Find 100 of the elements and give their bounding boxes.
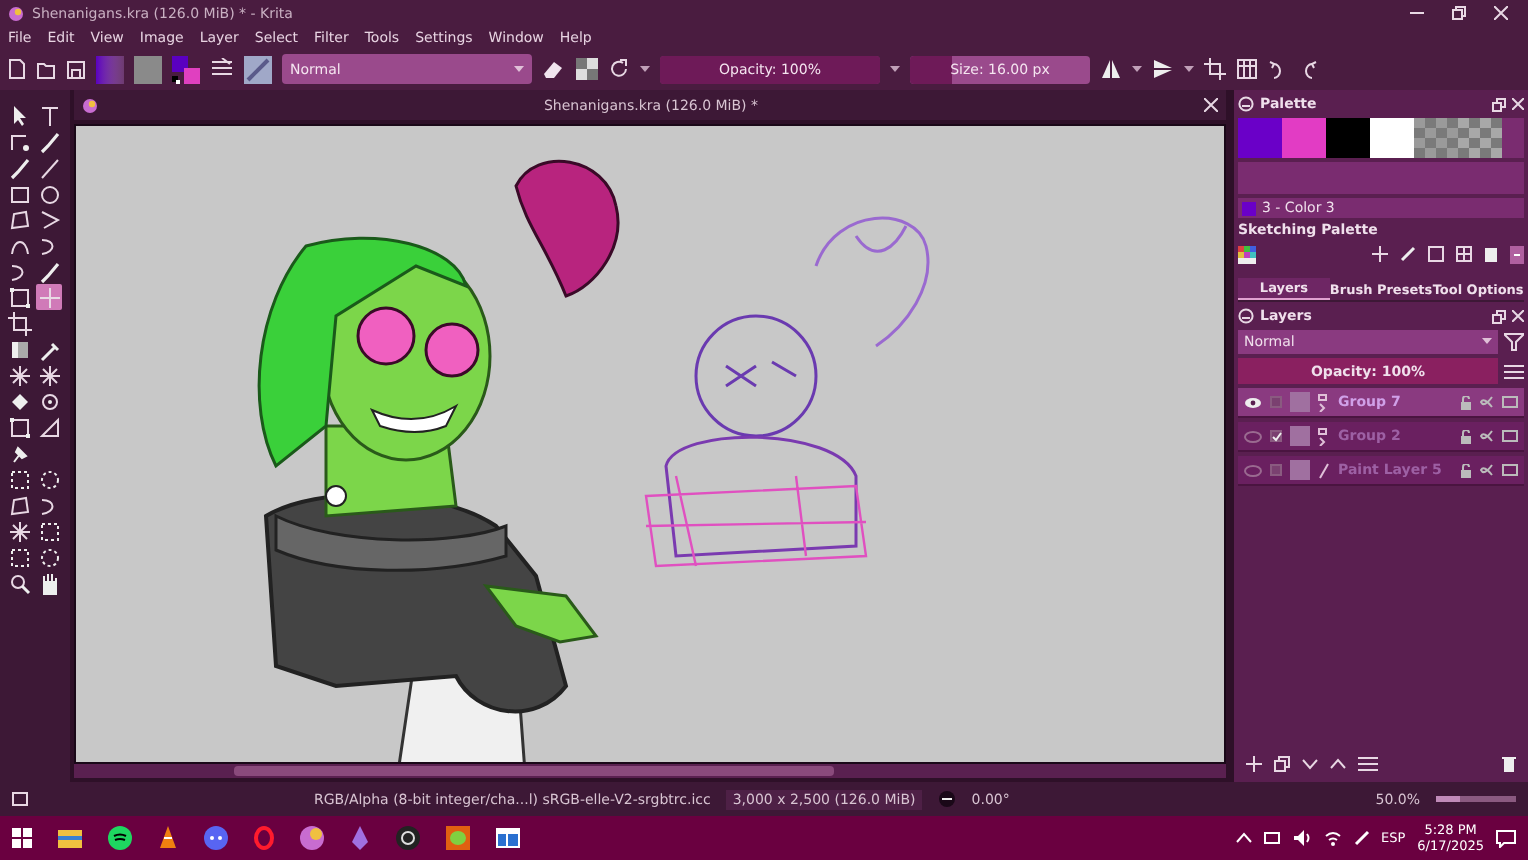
add-icon[interactable]	[1246, 756, 1262, 772]
gear-tool[interactable]	[36, 388, 62, 414]
window-icon[interactable]	[496, 828, 520, 848]
close-icon[interactable]	[1204, 98, 1218, 112]
rectangle-selection-tool[interactable]	[6, 466, 32, 492]
float-icon[interactable]	[1492, 309, 1506, 323]
pencil-icon[interactable]	[1400, 246, 1416, 262]
brush-tool[interactable]	[36, 258, 62, 284]
layer-type-icon[interactable]	[1502, 396, 1518, 408]
speaker-icon[interactable]	[1293, 830, 1311, 846]
hidden-eye-icon[interactable]	[1244, 429, 1262, 443]
restore-icon[interactable]	[1452, 6, 1466, 20]
text-tool[interactable]	[36, 102, 62, 128]
rectangle-selection-tool[interactable]	[36, 518, 62, 544]
scrollbar-thumb[interactable]	[234, 766, 834, 776]
lock-icon[interactable]	[1460, 429, 1472, 443]
zoom-slider[interactable]	[1436, 796, 1516, 802]
battery-icon[interactable]	[1263, 832, 1281, 844]
caret-icon[interactable]	[640, 65, 650, 73]
chevron-up-icon[interactable]	[1330, 758, 1346, 770]
aperture-icon[interactable]	[396, 826, 420, 850]
checkerboard-icon[interactable]	[576, 58, 598, 80]
lock-icon[interactable]	[1460, 463, 1472, 477]
ellipse-selection-tool[interactable]	[36, 544, 62, 570]
traffic-cone-icon[interactable]	[158, 826, 178, 850]
chevron-down-icon[interactable]	[1302, 758, 1318, 770]
mirror-horizontal-icon[interactable]	[1100, 58, 1122, 80]
line-tool[interactable]	[36, 154, 62, 180]
close-icon[interactable]	[1512, 310, 1524, 322]
crop-icon[interactable]	[1204, 58, 1226, 80]
zoom-tool[interactable]	[6, 570, 32, 596]
color-swatch[interactable]	[1238, 118, 1282, 158]
music-circle-icon[interactable]	[108, 826, 132, 850]
sparkle-tool[interactable]	[6, 518, 32, 544]
wifi-icon[interactable]	[1323, 830, 1341, 846]
polygon-tool[interactable]	[6, 492, 32, 518]
blob-tile-icon[interactable]	[446, 826, 470, 850]
color-swatch[interactable]	[1282, 118, 1326, 158]
layer-type-icon[interactable]	[1502, 464, 1518, 476]
alpha-icon[interactable]	[1480, 430, 1494, 442]
brush-tool[interactable]	[6, 154, 32, 180]
notification-icon[interactable]	[1496, 829, 1516, 847]
gradient-tool[interactable]	[6, 336, 32, 362]
ruler-tool[interactable]	[36, 414, 62, 440]
brush-tool[interactable]	[36, 128, 62, 154]
ring-icon[interactable]	[254, 826, 274, 850]
brush-settings-icon[interactable]	[210, 58, 234, 80]
filter-icon[interactable]	[1504, 332, 1524, 352]
transform-tool[interactable]	[6, 284, 32, 310]
menu-icon[interactable]	[1504, 363, 1524, 379]
clipboard-icon[interactable]	[1484, 246, 1498, 262]
color-swatch[interactable]	[1326, 118, 1370, 158]
mirror-vertical-icon[interactable]	[1152, 58, 1174, 80]
ellipse-selection-tool[interactable]	[36, 466, 62, 492]
transform-tool[interactable]	[6, 414, 32, 440]
save-icon[interactable]	[1428, 246, 1444, 262]
float-icon[interactable]	[1492, 97, 1506, 111]
ellipse-tool[interactable]	[36, 180, 62, 206]
color-grid-icon[interactable]	[1238, 245, 1256, 263]
pattern-swatch-icon[interactable]	[134, 55, 162, 83]
gradient-swatch-icon[interactable]	[96, 55, 124, 83]
windows-logo-icon[interactable]	[12, 828, 32, 848]
caret-icon[interactable]	[1132, 65, 1142, 73]
save-icon[interactable]	[66, 59, 86, 79]
eraser-icon[interactable]	[542, 58, 566, 80]
layer-type-icon[interactable]	[1502, 430, 1518, 442]
caret-icon[interactable]	[890, 65, 900, 73]
crop-tool[interactable]	[6, 310, 32, 336]
properties-icon[interactable]	[1358, 756, 1378, 772]
color-swatch[interactable]	[1414, 118, 1458, 158]
lock-icon[interactable]	[1460, 395, 1472, 409]
alpha-icon[interactable]	[1480, 464, 1494, 476]
minus-icon[interactable]	[1510, 245, 1524, 263]
pen-icon[interactable]	[1353, 830, 1369, 846]
layer-checkbox[interactable]	[1270, 396, 1282, 408]
crystal-icon[interactable]	[350, 826, 370, 850]
new-document-icon[interactable]	[8, 58, 26, 80]
duplicate-icon[interactable]	[1274, 756, 1290, 772]
rectangle-selection-tool[interactable]	[6, 544, 32, 570]
layer-checkbox[interactable]	[1270, 430, 1282, 442]
minimize-icon[interactable]	[1410, 6, 1424, 20]
color-swatch[interactable]	[1458, 118, 1502, 158]
grid-icon[interactable]	[1456, 246, 1472, 262]
trash-icon[interactable]	[1502, 756, 1516, 772]
sparkle-tool[interactable]	[36, 362, 62, 388]
hidden-eye-icon[interactable]	[1244, 463, 1262, 477]
colorful-circle-icon[interactable]	[300, 826, 324, 850]
close-icon[interactable]	[1512, 98, 1524, 110]
wrap-around-icon[interactable]	[1236, 58, 1258, 80]
reload-icon[interactable]	[608, 58, 630, 80]
alpha-icon[interactable]	[1480, 396, 1494, 408]
sparkle-tool[interactable]	[6, 362, 32, 388]
caret-icon[interactable]	[1184, 65, 1194, 73]
color-selector-icon[interactable]	[172, 55, 200, 83]
add-icon[interactable]	[1372, 246, 1388, 262]
layer-checkbox[interactable]	[1270, 464, 1282, 476]
game-controller-icon[interactable]	[204, 826, 228, 850]
polyline-tool[interactable]	[36, 206, 62, 232]
canvas[interactable]	[74, 124, 1226, 764]
close-icon[interactable]	[1494, 6, 1508, 20]
